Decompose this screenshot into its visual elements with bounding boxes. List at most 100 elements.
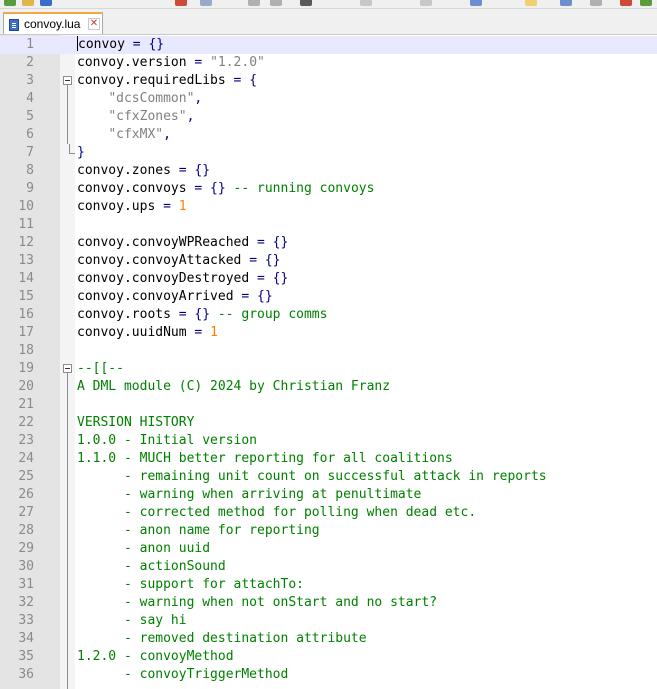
undo-icon[interactable]: [360, 0, 372, 6]
code-line[interactable]: 30 - actionSound: [0, 558, 657, 576]
line-number: 34: [18, 631, 34, 646]
code-line[interactable]: 8 convoy.zones = {}: [0, 162, 657, 180]
code-token: =: [194, 325, 211, 340]
line-number: 4: [26, 91, 34, 106]
line-number: 19: [18, 361, 34, 376]
code-line[interactable]: 19 --[[--: [0, 360, 657, 378]
code-token: - warning when not onStart and no start?: [77, 595, 438, 610]
record-icon[interactable]: [620, 0, 632, 6]
code-text: - anon name for reporting: [77, 522, 320, 540]
code-text: VERSION HISTORY: [77, 414, 194, 432]
fold-toggle-icon[interactable]: [63, 364, 72, 373]
paste-icon[interactable]: [300, 0, 312, 6]
code-line[interactable]: 2 convoy.version = "1.2.0": [0, 54, 657, 72]
code-line[interactable]: 13 convoy.convoyAttacked = {}: [0, 252, 657, 270]
fold-guide-line: [67, 373, 68, 689]
code-token: convoy.convoyAttacked: [77, 253, 250, 268]
code-line[interactable]: 34 - removed destination attribute: [0, 630, 657, 648]
code-text: convoy.uuidNum = 1: [77, 324, 218, 342]
zoom-icon[interactable]: [470, 0, 482, 6]
fold-toggle-icon[interactable]: [63, 76, 72, 85]
code-line[interactable]: 21: [0, 396, 657, 414]
code-token: -- running convoys: [233, 181, 375, 196]
code-token: = {: [233, 73, 258, 88]
line-number: 7: [26, 145, 34, 160]
code-line[interactable]: 6 "cfxMX",: [0, 126, 657, 144]
code-text: "dcsCommon",: [77, 90, 202, 108]
code-line[interactable]: 31 - support for attachTo:: [0, 576, 657, 594]
code-token: "cfxZones": [108, 109, 187, 124]
code-token: --[[--: [77, 361, 124, 376]
code-line[interactable]: 5 "cfxZones",: [0, 108, 657, 126]
find-icon[interactable]: [420, 0, 432, 6]
code-token: = {}: [178, 307, 218, 322]
code-line[interactable]: 36 - convoyTriggerMethod: [0, 666, 657, 684]
line-number: 9: [26, 181, 34, 196]
line-number: 23: [18, 433, 34, 448]
line-number: 35: [18, 649, 34, 664]
code-line[interactable]: 10 convoy.ups = 1: [0, 198, 657, 216]
code-line[interactable]: 26 - warning when arriving at penultimat…: [0, 486, 657, 504]
code-token: 1: [210, 325, 218, 340]
code-line[interactable]: 15 convoy.convoyArrived = {}: [0, 288, 657, 306]
line-number: 13: [18, 253, 34, 268]
wrap-icon[interactable]: [525, 0, 537, 6]
code-line[interactable]: 24 1.1.0 - MUCH better reporting for all …: [0, 450, 657, 468]
copy-icon[interactable]: [270, 0, 282, 6]
line-number: 1: [26, 37, 34, 52]
line-number: 3: [26, 73, 34, 88]
cut-icon[interactable]: [248, 0, 260, 6]
code-token: - remaining unit count on successful att…: [77, 469, 547, 484]
code-text: - warning when not onStart and no start?: [77, 594, 437, 612]
code-line[interactable]: 18: [0, 342, 657, 360]
code-token: convoy.uuidNum: [77, 325, 195, 340]
code-editor[interactable]: 1 convoy = {} 2 convoy.version = "1.2.0" 3 co…: [0, 35, 657, 689]
code-text: - removed destination attribute: [77, 630, 367, 648]
code-text: A DML module (C) 2024 by Christian Franz: [77, 378, 390, 396]
code-line[interactable]: 16 convoy.roots = {} -- group comms: [0, 306, 657, 324]
code-line[interactable]: 28 - anon name for reporting: [0, 522, 657, 540]
code-token: convoy.convoyDestroyed: [77, 271, 258, 286]
code-token: - actionSound: [77, 559, 226, 574]
line-number: 17: [18, 325, 34, 340]
code-line[interactable]: 14 convoy.convoyDestroyed = {}: [0, 270, 657, 288]
code-token: ,: [194, 91, 203, 106]
code-line[interactable]: 1 convoy = {}: [0, 36, 657, 54]
close-icon[interactable]: ✕: [88, 18, 100, 30]
code-line[interactable]: 20 A DML module (C) 2024 by Christian Fra…: [0, 378, 657, 396]
code-line[interactable]: 35 1.2.0 - convoyMethod: [0, 648, 657, 666]
code-line[interactable]: 25 - remaining unit count on successful …: [0, 468, 657, 486]
code-line[interactable]: 22 VERSION HISTORY: [0, 414, 657, 432]
code-line[interactable]: 3 convoy.requiredLibs = {: [0, 72, 657, 90]
indent-guide-icon[interactable]: [560, 0, 572, 6]
code-token: "dcsCommon": [108, 91, 195, 106]
tab-convoy-lua[interactable]: convoy.lua ✕: [3, 12, 103, 34]
code-line[interactable]: 9 convoy.convoys = {} -- running convoys: [0, 180, 657, 198]
code-line[interactable]: 11: [0, 216, 657, 234]
print-icon[interactable]: [200, 0, 212, 6]
line-number: 6: [26, 127, 34, 142]
fold-guide-line: [67, 85, 68, 144]
code-line[interactable]: 4 "dcsCommon",: [0, 90, 657, 108]
code-line[interactable]: 27 - corrected method for polling when d…: [0, 504, 657, 522]
save-icon[interactable]: [40, 0, 52, 6]
code-line[interactable]: 23 1.0.0 - Initial version: [0, 432, 657, 450]
code-token: - anon name for reporting: [77, 523, 320, 538]
code-token: convoy.convoys: [77, 181, 195, 196]
code-line[interactable]: 29 - anon uuid: [0, 540, 657, 558]
code-text: convoy.convoyArrived = {}: [77, 288, 273, 306]
line-number: 21: [18, 397, 34, 412]
code-line[interactable]: 7}: [0, 144, 657, 162]
line-number: 18: [18, 343, 34, 358]
macro-icon[interactable]: [590, 0, 602, 6]
code-line[interactable]: 17 convoy.uuidNum = 1: [0, 324, 657, 342]
code-line[interactable]: 12 convoy.convoyWPReached = {}: [0, 234, 657, 252]
open-folder-icon[interactable]: [22, 0, 34, 6]
new-file-icon[interactable]: [4, 0, 16, 6]
line-number: 2: [26, 55, 34, 70]
play-icon[interactable]: [640, 0, 652, 6]
close-file-icon[interactable]: [175, 0, 187, 6]
code-line[interactable]: 32 - warning when not onStart and no sta…: [0, 594, 657, 612]
code-line[interactable]: 33 - say hi: [0, 612, 657, 630]
